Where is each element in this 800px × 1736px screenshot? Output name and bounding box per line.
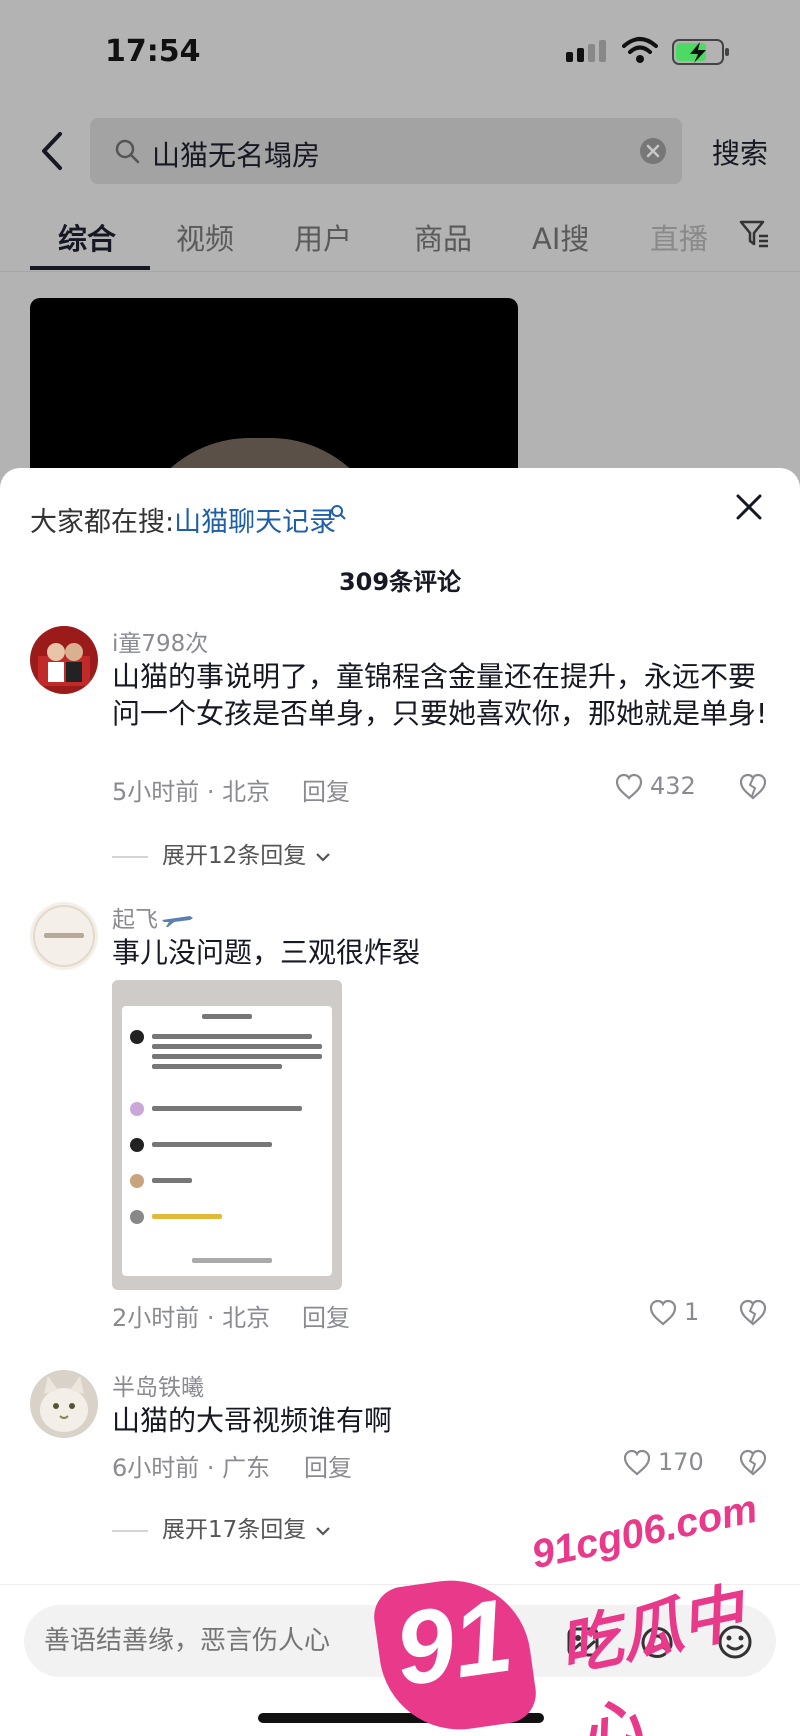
comment-text: 山猫的事说明了，童锦程含金量还在提升，永远不要问一个女孩是否单身，只要她喜欢你，… [112,660,768,730]
comment-image[interactable] [112,980,342,1290]
preview-text-line [192,1258,272,1263]
comment-meta: 2小时前 · 北京 [112,1304,271,1332]
hot-search-label: 大家都在搜: [30,507,175,538]
comment-username[interactable]: i童798次 [112,624,208,658]
hot-search-link[interactable]: 山猫聊天记录 [174,507,336,538]
preview-text-line [152,1106,302,1111]
divider [112,855,148,858]
preview-avatar [130,1174,144,1188]
chevron-down-icon [315,1526,330,1536]
search-tabs: 综合 视频 用户 商品 AI搜 直播 [0,212,800,272]
search-small-icon [331,505,346,520]
reply-button[interactable]: 回复 [304,1448,352,1483]
preview-avatar [130,1138,144,1152]
battery-charging-icon [672,39,729,65]
filter-icon[interactable] [738,218,770,250]
avatar[interactable] [30,902,98,970]
reply-button[interactable]: 回复 [302,1298,350,1333]
preview-avatar [130,1102,144,1116]
status-time: 17:54 [105,34,201,69]
preview-text-line [152,1142,272,1147]
preview-text-line [202,1014,252,1019]
watermark-logo: 91 91cg06.com 吃瓜中心 [370,1480,780,1736]
status-bar: 17:54 [0,0,800,100]
avatar[interactable] [30,1370,98,1438]
preview-text-line [152,1064,282,1069]
search-icon [115,139,140,164]
screenshot-preview [122,1006,332,1276]
dislike-icon[interactable] [738,772,768,802]
tab-ai-search[interactable]: AI搜 [532,216,589,258]
search-query-text[interactable]: 山猫无名塌房 [152,134,320,174]
comment-text: 事儿没问题，三观很炸裂 [112,936,421,969]
like-count: 1 [684,1298,700,1326]
divider [112,1529,148,1532]
preview-text-line [152,1178,192,1183]
comment-username[interactable]: 起飞 [112,900,158,934]
heart-icon [649,1299,677,1326]
chevron-down-icon [315,852,330,862]
cellular-signal-icon [566,40,606,62]
expand-replies-label: 展开12条回复 [162,843,307,869]
search-button[interactable]: 搜索 [712,132,768,172]
comment-text: 山猫的大哥视频谁有啊 [112,1404,393,1437]
dislike-icon[interactable] [738,1448,768,1478]
preview-text-line [152,1034,312,1039]
tab-users[interactable]: 用户 [294,216,352,258]
preview-text-line [152,1054,322,1059]
comment-count: 309条评论 [338,568,462,596]
active-tab-indicator [30,266,150,270]
like-count: 170 [658,1448,704,1476]
heart-icon [615,773,643,800]
preview-avatar [130,1210,144,1224]
tab-all[interactable]: 综合 [58,216,116,258]
search-input-box[interactable]: 山猫无名塌房 [90,118,682,184]
search-header: 山猫无名塌房 搜索 [0,116,800,186]
back-arrow-icon[interactable] [34,128,70,174]
tab-video[interactable]: 视频 [176,216,234,258]
watermark-name: 吃瓜中心 [552,1575,750,1736]
wifi-icon [622,37,658,63]
preview-avatar [130,1030,144,1044]
dislike-icon[interactable] [738,1298,768,1328]
expand-replies-label: 展开17条回复 [162,1517,307,1543]
preview-text-line [152,1044,322,1049]
clear-search-icon[interactable] [638,136,668,166]
like-count: 432 [650,772,696,800]
comment-username[interactable]: 半岛铁曦 [112,1368,204,1402]
preview-text-line [152,1214,222,1219]
tab-live[interactable]: 直播 [650,216,708,258]
tab-products[interactable]: 商品 [414,216,472,258]
watermark-number: 91 [388,1577,520,1709]
comment-meta: 6小时前 · 广东 [112,1454,271,1482]
expand-replies-button[interactable]: 展开12条回复 [112,836,332,870]
hot-search-bar: 大家都在搜:山猫聊天记录 [30,500,336,539]
avatar[interactable] [30,626,98,694]
reply-button[interactable]: 回复 [302,772,350,807]
airplane-icon [162,916,193,927]
expand-replies-button[interactable]: 展开17条回复 [112,1510,332,1544]
heart-icon [623,1449,651,1476]
close-icon[interactable] [734,492,764,522]
comment-meta: 5小时前 · 北京 [112,778,271,806]
